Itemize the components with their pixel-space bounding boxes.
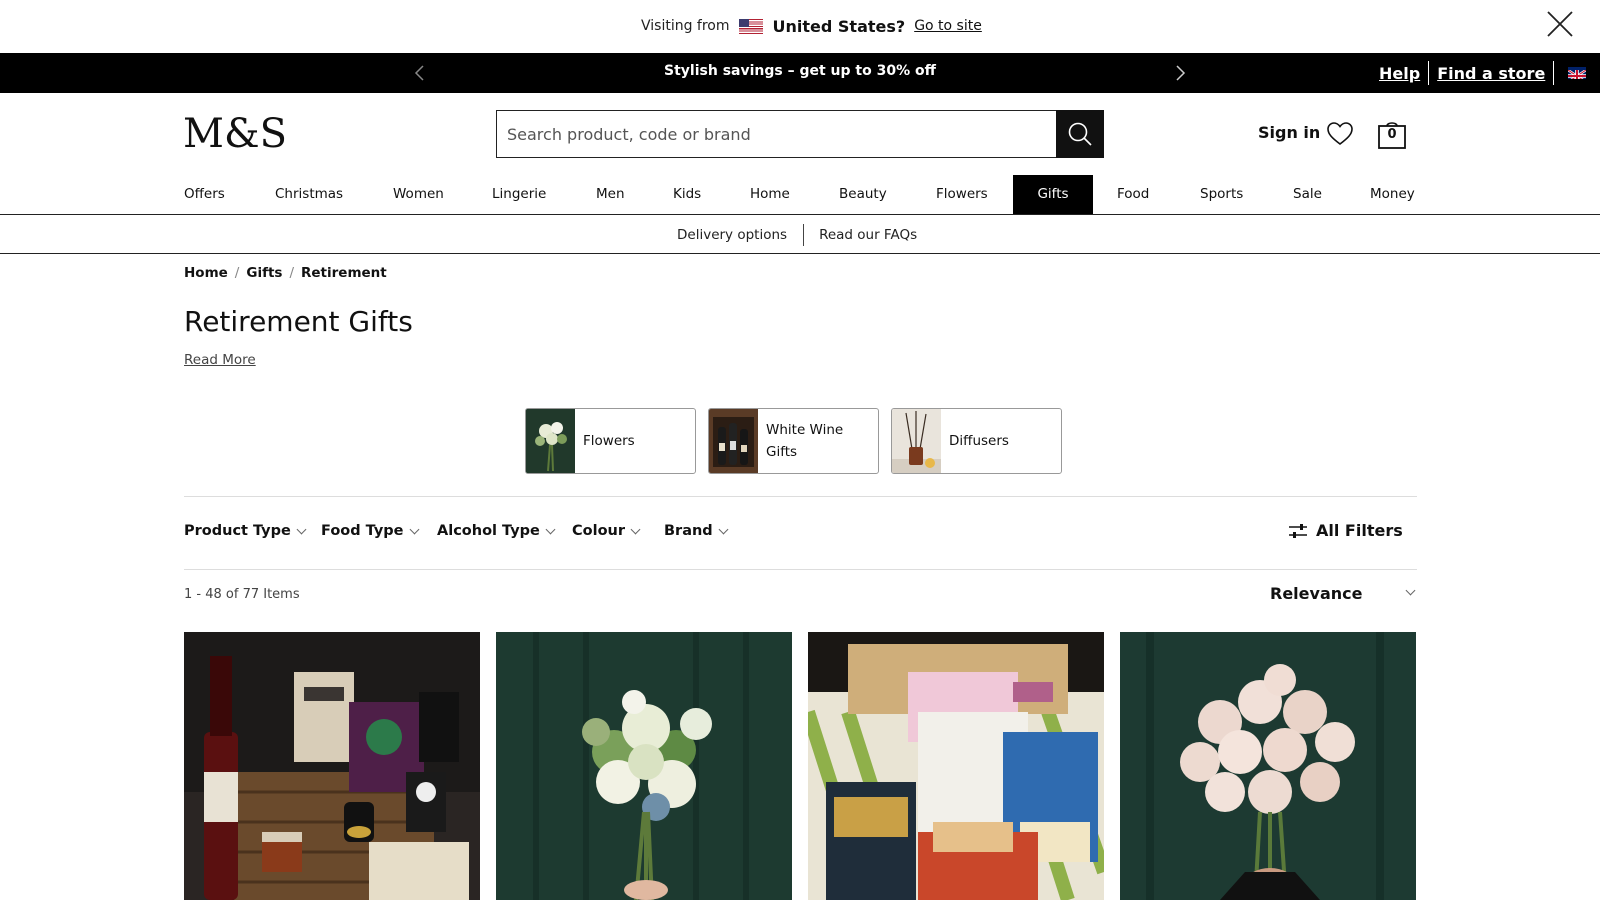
sub-nav-links: Delivery options Read our FAQs (677, 224, 917, 246)
category-chip-flowers[interactable]: Flowers (525, 408, 696, 474)
category-chip-label: Diffusers (949, 433, 1009, 449)
search-icon (1068, 122, 1092, 146)
product-image (808, 632, 1104, 900)
product-card-white-bouquet[interactable] (496, 632, 792, 900)
nav-item-offers[interactable]: Offers (184, 175, 225, 214)
divider (1553, 61, 1555, 85)
breadcrumb-home[interactable]: Home (184, 265, 228, 281)
breadcrumb: Home / Gifts / Retirement (184, 265, 387, 281)
chevron-down-icon (545, 524, 556, 535)
main-nav: Offers Christmas Women Lingerie Men Kids… (0, 175, 1600, 215)
category-chip-diffusers[interactable]: Diffusers (891, 408, 1062, 474)
search-input[interactable] (497, 111, 1056, 157)
nav-item-christmas[interactable]: Christmas (275, 175, 343, 214)
filter-colour[interactable]: Colour (572, 523, 641, 539)
help-link[interactable]: Help (1379, 64, 1420, 83)
close-icon[interactable] (1546, 10, 1574, 38)
divider (1428, 61, 1430, 85)
filter-label: Food Type (321, 523, 404, 539)
filter-label: Alcohol Type (437, 523, 540, 539)
nav-item-sale[interactable]: Sale (1293, 175, 1322, 214)
shopping-bag-icon[interactable]: 0 (1376, 118, 1408, 150)
sliders-icon (1289, 523, 1307, 538)
delivery-options-link[interactable]: Delivery options (677, 227, 787, 243)
nav-item-sports[interactable]: Sports (1200, 175, 1243, 214)
filter-alcohol-type[interactable]: Alcohol Type (437, 523, 556, 539)
breadcrumb-gifts[interactable]: Gifts (246, 265, 282, 281)
breadcrumb-retirement[interactable]: Retirement (301, 265, 387, 281)
nav-item-home[interactable]: Home (750, 175, 790, 214)
divider (803, 224, 805, 246)
nav-item-lingerie[interactable]: Lingerie (492, 175, 546, 214)
go-to-site-link[interactable]: Go to site (914, 18, 982, 34)
nav-item-men[interactable]: Men (596, 175, 625, 214)
results-count: 1 - 48 of 77 Items (184, 587, 300, 602)
uk-flag-icon[interactable] (1568, 67, 1587, 79)
chevron-down-icon (1405, 585, 1416, 596)
filter-product-type[interactable]: Product Type (184, 523, 307, 539)
category-chip-label: White Wine Gifts (766, 422, 844, 460)
filter-label: Brand (664, 523, 713, 539)
category-chips: Flowers White Wine Gifts Diffusers (525, 408, 1062, 474)
breadcrumb-separator: / (289, 265, 294, 281)
visiting-from-label: Visiting from (641, 18, 730, 34)
sub-nav: Delivery options Read our FAQs (0, 215, 1600, 254)
nav-item-gifts[interactable]: Gifts (1013, 175, 1093, 214)
product-image (1120, 632, 1416, 900)
product-card-biscuit-box[interactable] (808, 632, 1104, 900)
us-flag-icon (738, 18, 763, 34)
category-chip-white-wine-gifts[interactable]: White Wine Gifts (708, 408, 879, 474)
sign-in-link[interactable]: Sign in (1258, 123, 1320, 142)
flowers-thumbnail (526, 409, 575, 473)
filter-bar: Product Type Food Type Alcohol Type Colo… (184, 496, 1417, 570)
nav-item-flowers[interactable]: Flowers (936, 175, 988, 214)
chevron-down-icon (718, 524, 729, 535)
search-box (496, 110, 1056, 158)
breadcrumb-separator: / (234, 265, 240, 281)
wine-gifts-thumbnail (709, 409, 758, 473)
diffusers-thumbnail (892, 409, 941, 473)
read-faqs-link[interactable]: Read our FAQs (819, 227, 917, 243)
ms-logo[interactable]: M&S (183, 112, 287, 156)
find-a-store-link[interactable]: Find a store (1437, 64, 1545, 83)
search-button[interactable] (1056, 110, 1104, 158)
product-card-pink-roses[interactable] (1120, 632, 1416, 900)
all-filters-label: All Filters (1316, 521, 1403, 540)
visiting-country: United States? (772, 16, 906, 36)
bag-count: 0 (1387, 127, 1397, 142)
product-image (184, 632, 480, 900)
page-title: Retirement Gifts (184, 305, 413, 338)
product-image (496, 632, 792, 900)
nav-item-kids[interactable]: Kids (673, 175, 701, 214)
chevron-right-icon[interactable] (1170, 63, 1190, 83)
promo-message[interactable]: Stylish savings – get up to 30% off (500, 63, 1100, 79)
chevron-down-icon (630, 524, 641, 535)
chevron-down-icon (296, 524, 307, 535)
nav-item-money[interactable]: Money (1370, 175, 1415, 214)
promo-links: Help Find a store (1379, 61, 1587, 85)
product-grid (184, 632, 1416, 900)
category-chip-label: Flowers (583, 433, 635, 449)
read-more-link[interactable]: Read More (184, 352, 256, 368)
product-card-wine-hamper[interactable] (184, 632, 480, 900)
nav-item-women[interactable]: Women (393, 175, 444, 214)
nav-item-food[interactable]: Food (1117, 175, 1149, 214)
visiting-banner-content: Visiting from United States? Go to site (641, 16, 982, 36)
all-filters-button[interactable]: All Filters (1288, 521, 1403, 540)
sort-value: Relevance (1270, 584, 1363, 603)
chevron-down-icon (409, 524, 419, 535)
filter-label: Colour (572, 523, 626, 539)
visiting-banner: Visiting from United States? Go to site (0, 0, 1600, 53)
filter-brand[interactable]: Brand (664, 523, 729, 539)
chevron-left-icon[interactable] (410, 63, 430, 83)
filter-food-type[interactable]: Food Type (321, 523, 419, 539)
promo-strip: Stylish savings – get up to 30% off Help… (0, 53, 1600, 93)
wishlist-heart-icon[interactable] (1326, 120, 1354, 148)
nav-item-beauty[interactable]: Beauty (839, 175, 887, 214)
sort-dropdown[interactable]: Relevance (1270, 584, 1417, 608)
filter-label: Product Type (184, 523, 291, 539)
